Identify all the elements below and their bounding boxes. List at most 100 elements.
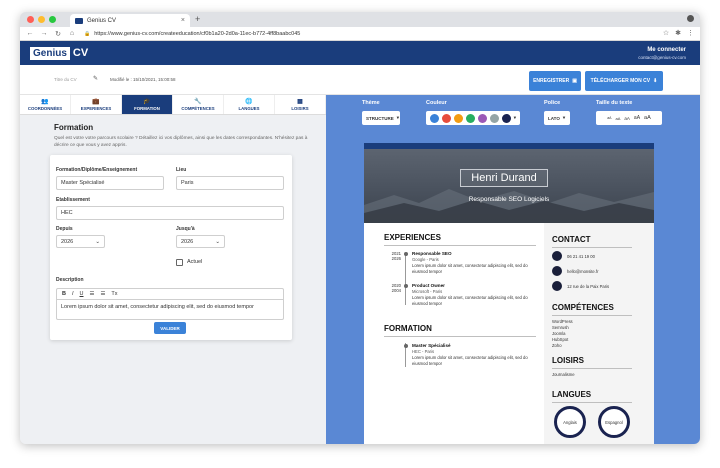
place-label: Lieu: [176, 167, 187, 173]
chevron-down-icon: ⌄: [215, 238, 220, 245]
text-size-s-button[interactable]: aA: [616, 116, 621, 121]
tab-formation[interactable]: 🎓 FORMATION: [122, 95, 173, 114]
text-size-options: aA aA aA aA aA: [596, 111, 662, 125]
current-checkbox[interactable]: [176, 259, 183, 266]
text-size-label: Taille du texte: [596, 100, 633, 106]
tab-langues[interactable]: 🌐 LANGUES: [224, 95, 275, 114]
close-window-dot[interactable]: [27, 16, 34, 23]
color-swatch-green[interactable]: [465, 113, 475, 123]
to-label: Jusqu'à: [176, 226, 195, 232]
cv-title-input[interactable]: Titre du CV: [54, 77, 77, 82]
contact-address: 12 rue de la Paix Paris: [552, 281, 609, 291]
save-button[interactable]: ENREGISTRER ▣: [529, 71, 581, 91]
mountains-image: [364, 189, 654, 223]
color-swatch-grey[interactable]: [489, 113, 499, 123]
forward-icon[interactable]: →: [40, 30, 48, 37]
color-swatch-red[interactable]: [441, 113, 451, 123]
color-label: Couleur: [426, 100, 447, 106]
description-label: Description: [56, 277, 84, 283]
location-icon: [552, 281, 562, 291]
color-swatch-purple[interactable]: [477, 113, 487, 123]
validate-button[interactable]: VALIDER: [154, 322, 186, 334]
bold-button[interactable]: B: [62, 291, 66, 297]
from-year-select[interactable]: 2026 ⌄: [56, 235, 105, 248]
exp-1-company: Google - Paris: [412, 257, 439, 262]
formation-1-school: HEC - Paris: [412, 349, 435, 354]
tab-competences[interactable]: 🔧 COMPÉTENCES: [173, 95, 224, 114]
formation-heading: FORMATION: [384, 324, 432, 333]
theme-value: STRUCTURE: [366, 115, 394, 121]
close-tab-icon[interactable]: ×: [181, 17, 185, 24]
font-select[interactable]: LATO ▾: [544, 111, 570, 125]
color-picker[interactable]: ▾: [426, 111, 520, 125]
tab-label: COORDONNÉES: [27, 105, 63, 111]
tab-label: COMPÉTENCES: [181, 105, 215, 111]
italic-button[interactable]: I: [72, 291, 74, 297]
underline-button[interactable]: U: [80, 291, 84, 297]
grid-icon: ▦: [297, 98, 303, 105]
diploma-label: Formation/Diplôme/Enseignement: [56, 167, 138, 173]
tab-loisirs[interactable]: ▦ LOISIRS: [275, 95, 326, 114]
cv-preview: Henri Durand Responsable SEO Logiciels E…: [364, 143, 654, 444]
to-year-value: 2026: [181, 238, 194, 245]
graduation-cap-icon: 🎓: [143, 98, 151, 105]
section-description: Quel est votre votre parcours scolaire ?…: [54, 136, 308, 148]
tab-label: LANGUES: [238, 105, 260, 111]
bookmark-star-icon[interactable]: ☆: [663, 29, 669, 37]
users-icon: 👥: [41, 98, 49, 105]
school-input[interactable]: HEC: [56, 206, 284, 220]
color-swatch-orange[interactable]: [453, 113, 463, 123]
skill-item: Joomla: [552, 331, 566, 336]
contact-email-text: hello@monsite.fr: [567, 268, 599, 274]
color-swatch-blue[interactable]: [430, 113, 439, 123]
tab-experiences[interactable]: 💼 EXPERIENCES: [71, 95, 122, 114]
home-icon[interactable]: ⌂: [68, 30, 76, 37]
tab-coordonnees[interactable]: 👥 COORDONNÉES: [20, 95, 71, 114]
description-text[interactable]: Lorem ipsum dolor sit amet, consectetur …: [57, 300, 283, 314]
maximize-window-dot[interactable]: [49, 16, 56, 23]
exp-1-years: 2021 2026: [381, 251, 401, 261]
url-field[interactable]: 🔒 https://www.genius-cv.com/createeducat…: [84, 31, 300, 37]
text-size-xl-button[interactable]: aA: [644, 115, 651, 121]
current-label: Actuel: [187, 259, 203, 265]
bullet-list-icon[interactable]: ☰: [100, 291, 105, 297]
minimize-window-dot[interactable]: [38, 16, 45, 23]
skill-item: HubSpot: [552, 337, 569, 342]
text-size-l-button[interactable]: aA: [634, 115, 640, 121]
login-area[interactable]: Me connecter contact@genius-cv.com: [638, 47, 686, 60]
description-editor[interactable]: B I U ☰ ☰ Tx Lorem ipsum dolor sit amet,…: [56, 288, 284, 320]
exp-1-title: Responsable SEO: [412, 251, 452, 256]
contact-phone: 06 21 41 19 00: [552, 251, 595, 261]
extensions-icon[interactable]: ✱: [675, 29, 681, 37]
reload-icon[interactable]: ↻: [54, 30, 62, 38]
timeline-dot: [403, 252, 408, 256]
text-size-m-button[interactable]: aA: [624, 116, 630, 121]
years-text: 2020 2004: [391, 283, 401, 293]
genius-cv-logo[interactable]: Genius CV: [30, 46, 88, 60]
browser-menu-icon[interactable]: [687, 15, 694, 22]
browser-tab-strip: Genius CV × +: [20, 12, 700, 27]
new-tab-button[interactable]: +: [195, 14, 200, 24]
download-icon: ⬇: [653, 78, 658, 84]
color-swatch-navy[interactable]: [501, 113, 511, 123]
place-input[interactable]: Paris: [176, 176, 284, 190]
contact-phone-text: 06 21 41 19 00: [567, 253, 595, 259]
diploma-input[interactable]: Master Spécialisé: [56, 176, 164, 190]
text-size-xs-button[interactable]: aA: [607, 116, 611, 120]
skills-heading: COMPÉTENCES: [552, 303, 614, 312]
theme-label: Thème: [362, 100, 380, 106]
browser-tab[interactable]: Genius CV ×: [70, 14, 190, 27]
ordered-list-icon[interactable]: ☰: [90, 291, 95, 297]
hobbies-divider: [552, 368, 632, 369]
clear-format-icon[interactable]: Tx: [111, 291, 117, 297]
formation-divider: [384, 336, 536, 337]
more-menu-icon[interactable]: ⋮: [687, 29, 694, 37]
download-cv-button[interactable]: TÉLÉCHARGER MON CV ⬇: [585, 71, 663, 91]
to-year-select[interactable]: 2026 ⌄: [176, 235, 225, 248]
edit-pencil-icon[interactable]: ✎: [93, 75, 98, 82]
theme-select[interactable]: STRUCTURE ▾: [362, 111, 400, 125]
login-link[interactable]: Me connecter: [638, 47, 686, 53]
back-icon[interactable]: ←: [26, 30, 34, 37]
section-title: Formation: [54, 123, 94, 132]
logo-cv: CV: [72, 47, 89, 59]
